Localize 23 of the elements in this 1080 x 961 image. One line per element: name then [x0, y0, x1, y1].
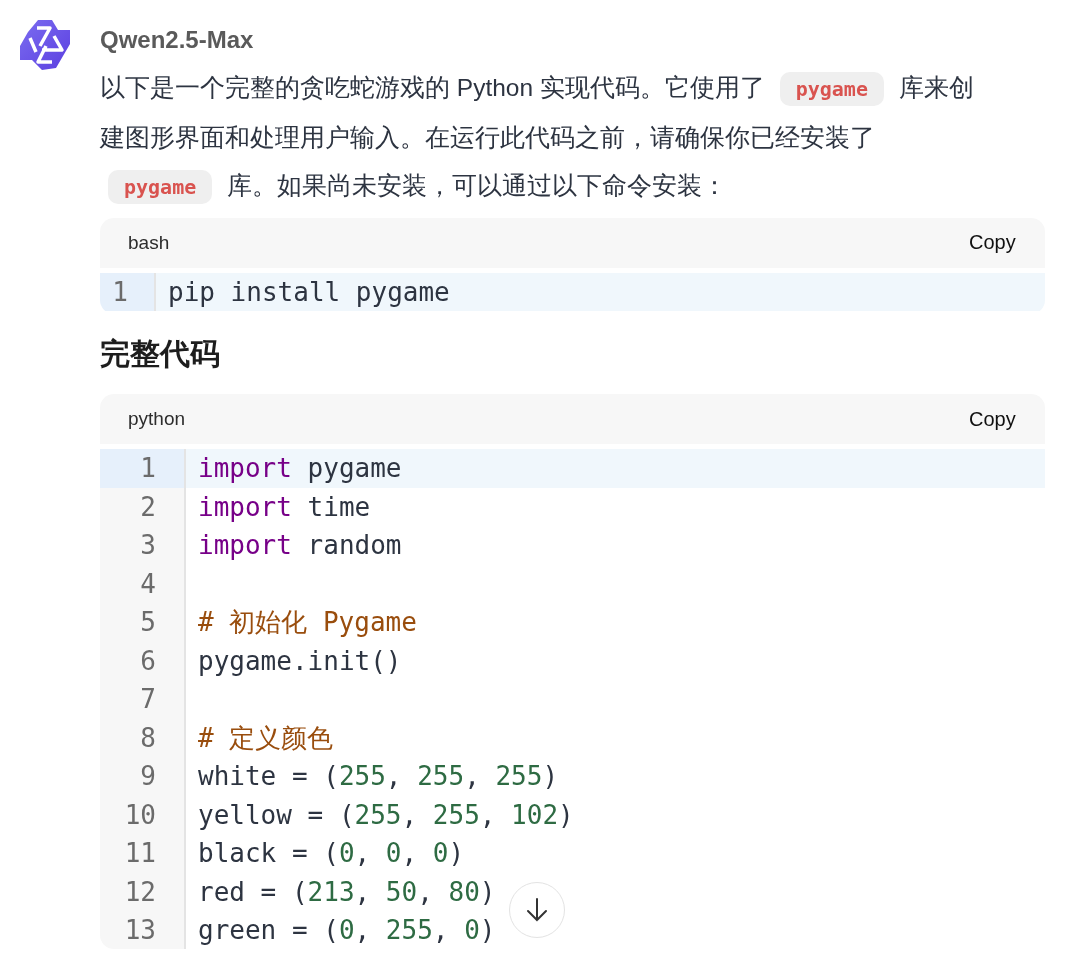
language-label: python: [128, 408, 186, 431]
line-number: 13: [100, 911, 186, 949]
line-number: 3: [100, 526, 186, 565]
line-number: 8: [100, 718, 186, 758]
line-number: 10: [100, 795, 186, 835]
line-number: 6: [100, 641, 186, 681]
arrow-down-icon: [525, 897, 549, 923]
line-number: 1: [100, 272, 156, 311]
message-text: 以下是一个完整的贪吃蛇游戏的 Python 实现代码。它使用了 pygame 库来创建图形界面和处理用户输入。在运行此代码之前，请确保你已经安装了 pygame 库。如果尚未安装，可以通过以下命令安装：: [100, 64, 990, 212]
line-number: 4: [100, 564, 186, 604]
language-label: bash: [128, 231, 170, 254]
logo-icon: [18, 18, 72, 72]
line-number: 12: [100, 872, 186, 912]
line-number: 7: [100, 680, 186, 719]
section-heading: 完整代码: [100, 336, 220, 373]
line-number: 2: [100, 487, 186, 527]
line-number: 5: [100, 603, 186, 642]
line-number: 11: [100, 834, 186, 873]
copy-button[interactable]: Copy: [969, 403, 1045, 435]
line-number: 9: [100, 757, 186, 796]
author-name: Qwen2.5-Max: [100, 25, 254, 55]
copy-button[interactable]: Copy: [969, 227, 1045, 258]
line-number: 1: [100, 449, 186, 488]
